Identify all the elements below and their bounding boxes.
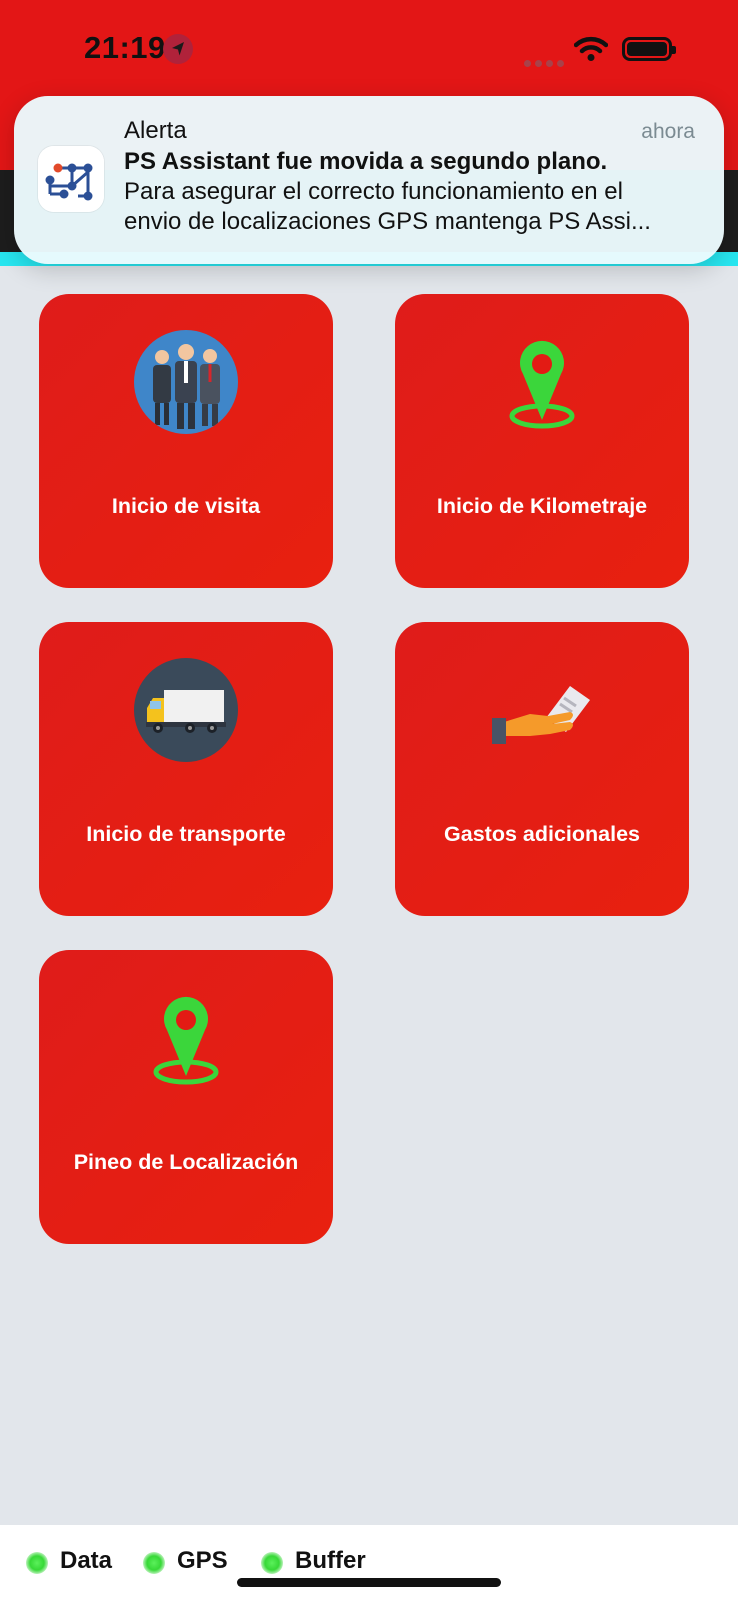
signal-icon [524,54,568,72]
notification-headline: PS Assistant fue movida a segundo plano. [124,148,608,175]
status-dot-icon [261,1552,283,1574]
tile-inicio-de-visita[interactable]: Inicio de visita [39,294,333,588]
tile-label: Pineo de Localización [73,1150,299,1174]
status-dot-icon [143,1552,165,1574]
ps-assistant-app-icon [38,146,104,212]
tile-inicio-de-kilometraje[interactable]: Inicio de Kilometraje [395,294,689,588]
indicator-label: Buffer [295,1547,366,1574]
notification-title: Alerta [124,117,187,144]
tile-label: Gastos adicionales [444,822,640,846]
notification-body: Para asegurar el correcto funcionamiento… [124,177,694,237]
map-pin-icon [490,330,594,434]
status-dot-icon [26,1552,48,1574]
tile-gastos-adicionales[interactable]: Gastos adicionales [395,622,689,916]
tile-inicio-de-transporte[interactable]: Inicio de transporte [39,622,333,916]
map-pin-icon [134,986,238,1090]
tile-pineo-de-localizacion[interactable]: Pineo de Localización [39,950,333,1244]
tile-label: Inicio de transporte [86,822,286,846]
business-people-icon [134,330,238,434]
indicator-label: GPS [177,1547,228,1574]
tile-label: Inicio de visita [111,494,261,518]
indicator-label: Data [60,1547,113,1574]
home-indicator[interactable] [237,1578,501,1587]
wifi-icon [573,36,609,67]
location-arrow-icon [163,34,193,64]
hand-receipt-icon [490,658,594,762]
status-time: 21:19 [84,30,166,65]
battery-icon [622,37,676,61]
notification-banner[interactable]: Alerta ahora PS Assistant fue movida a s… [14,96,724,264]
notification-body-line-1: Para asegurar el correcto funcionamiento… [124,178,623,205]
notification-body-line-2: envio de localizaciones GPS mantenga PS … [124,208,651,235]
truck-icon [134,658,238,762]
notification-time: ahora [641,120,695,143]
tile-label: Inicio de Kilometraje [436,494,648,518]
status-indicator-bar: Data GPS Buffer [0,1525,738,1600]
